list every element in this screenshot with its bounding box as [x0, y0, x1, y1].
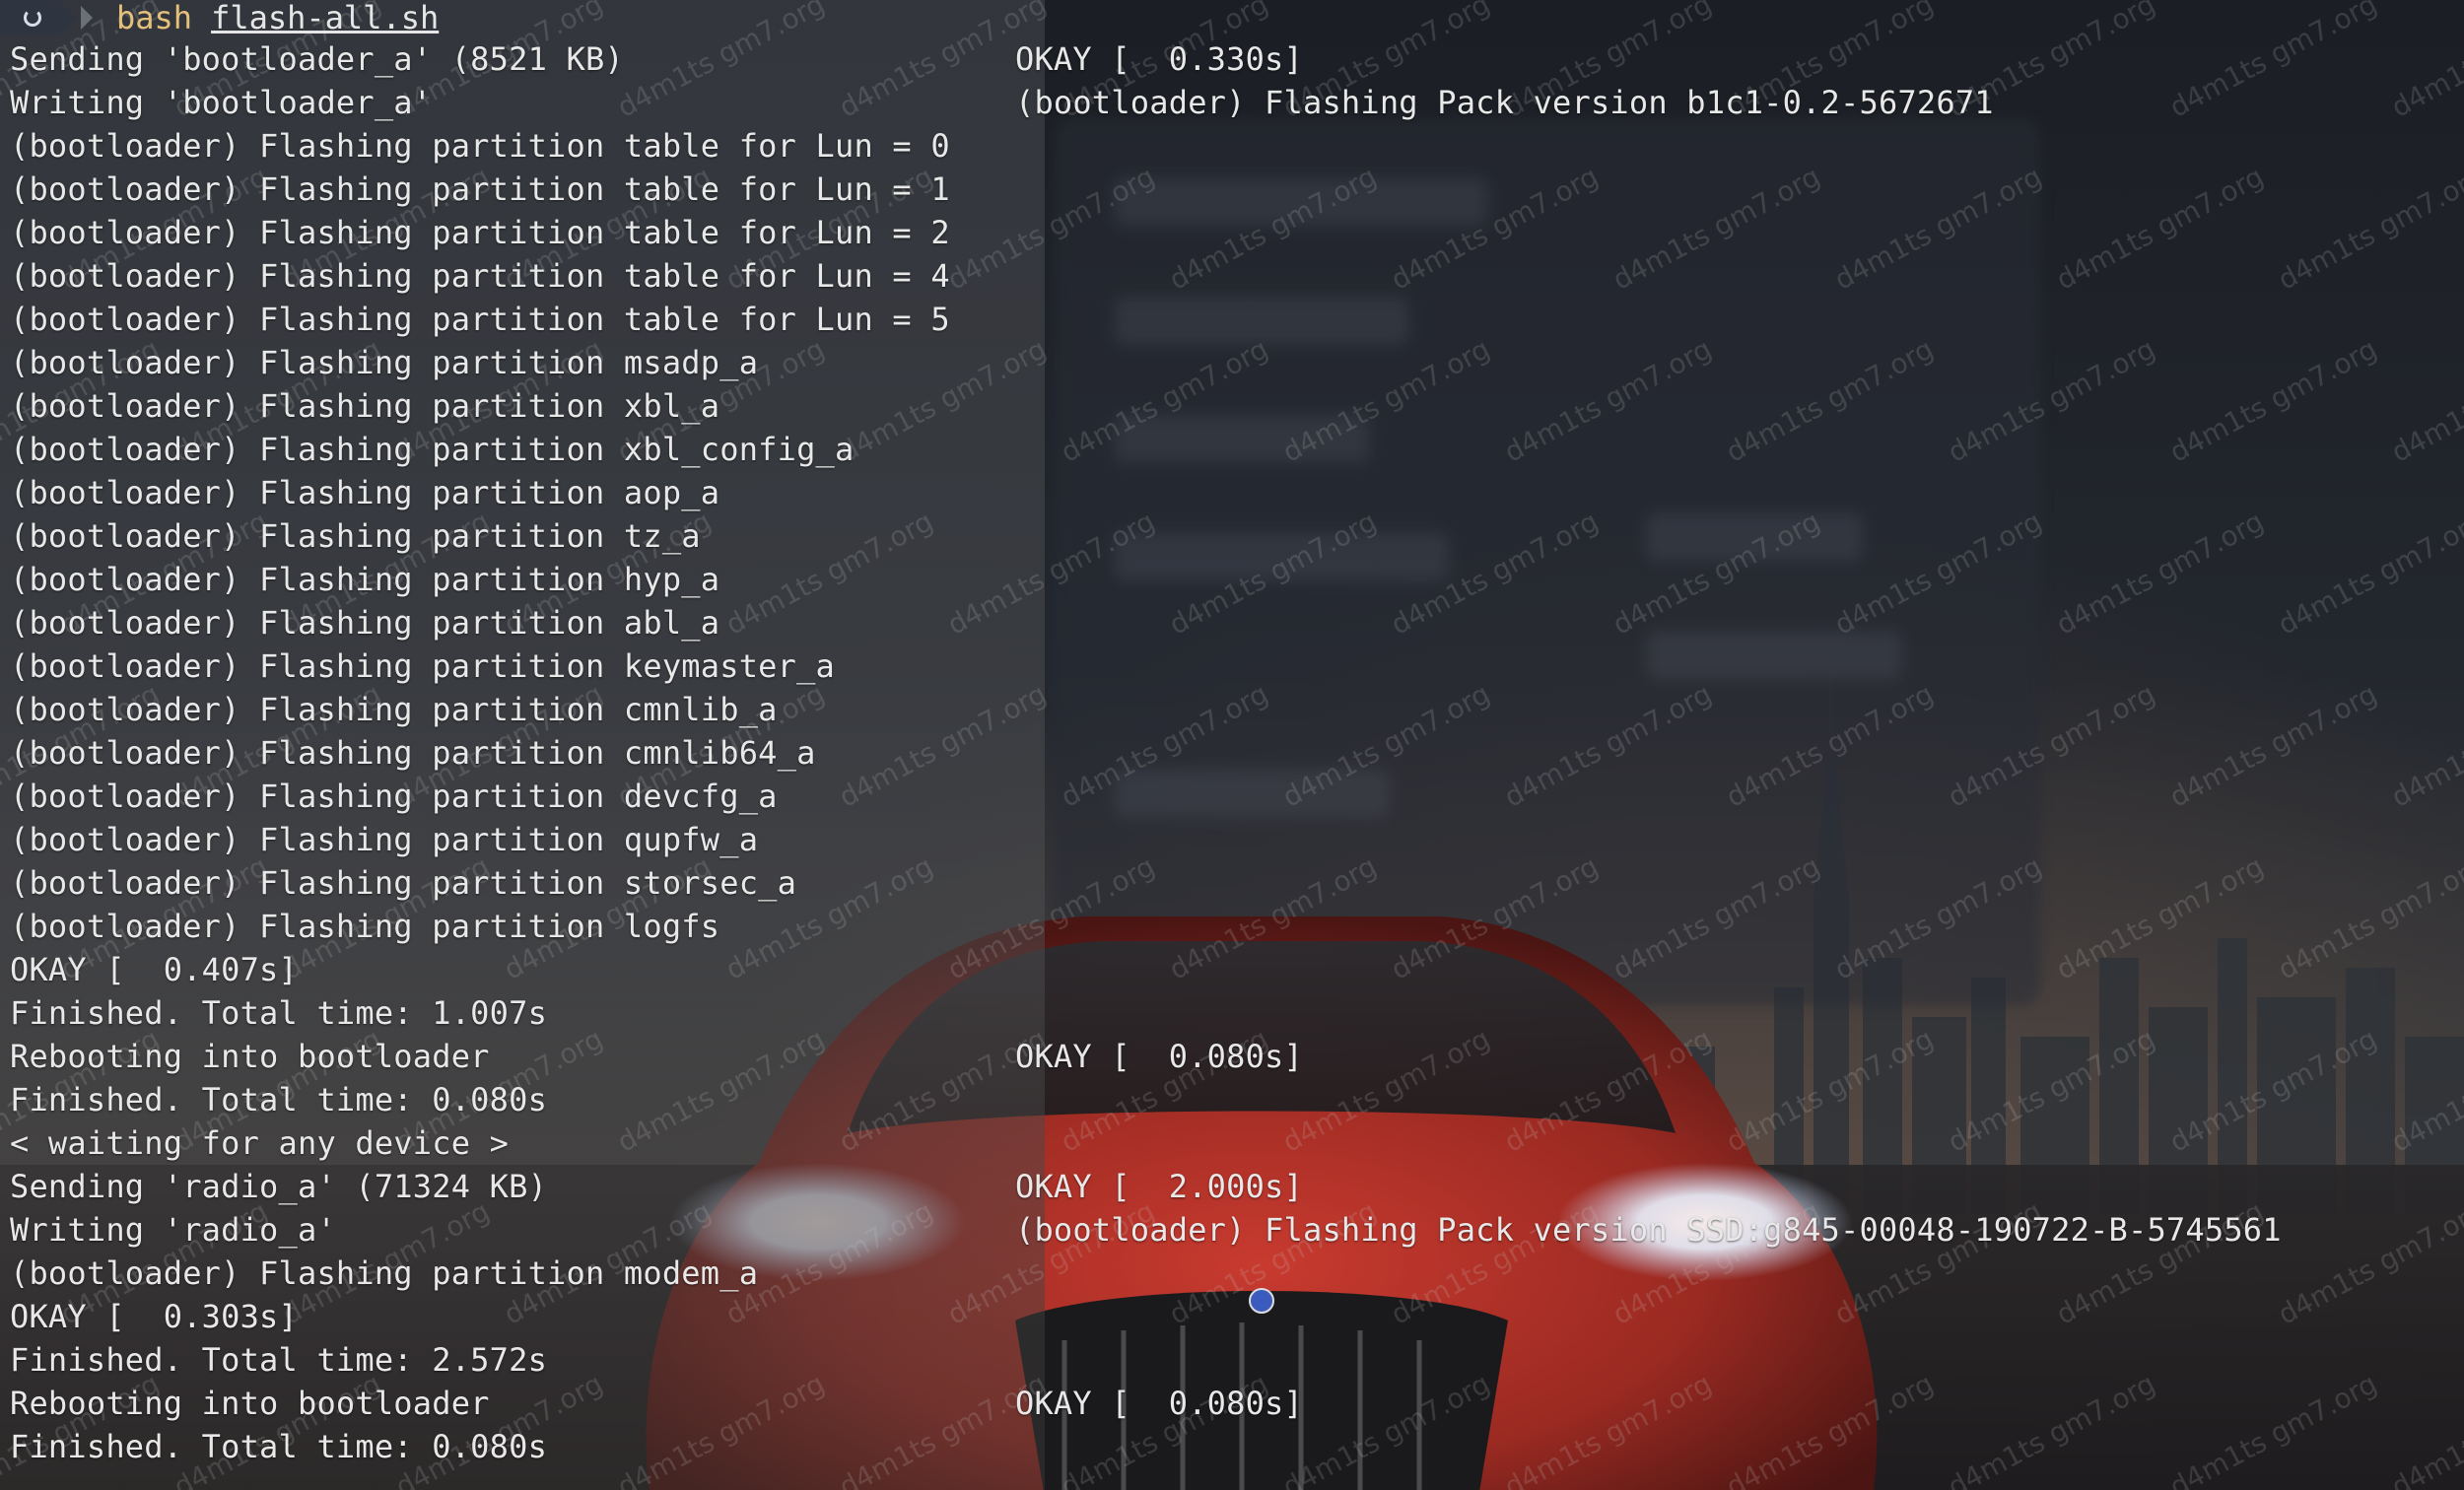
- output-line: Sending 'radio_a' (71324 KB): [10, 1168, 548, 1205]
- output-line: Rebooting into bootloader: [10, 1038, 490, 1075]
- output-line: (bootloader) Flashing partition table fo…: [10, 127, 950, 165]
- command-name: bash: [116, 0, 193, 36]
- output-line: (bootloader) Flashing partition aop_a: [10, 474, 720, 511]
- output-line: Sending 'bootloader_a' (8521 KB): [10, 40, 624, 78]
- output-line: Finished. Total time: 1.007s: [10, 994, 548, 1032]
- output-line: (bootloader) Flashing partition table fo…: [10, 257, 950, 295]
- output-line: OKAY [ 0.303s]: [10, 1298, 298, 1335]
- terminal-output[interactable]: bash flash-all.sh Sending 'bootloader_a' …: [0, 0, 2464, 1490]
- output-line-right: (bootloader) Flashing Pack version SSD:g…: [1015, 1211, 2282, 1249]
- output-line: Finished. Total time: 0.080s: [10, 1081, 548, 1118]
- command-argument: flash-all.sh: [211, 0, 440, 36]
- output-line: (bootloader) Flashing partition hyp_a: [10, 561, 720, 598]
- output-line: (bootloader) Flashing partition keymaste…: [10, 647, 836, 685]
- output-line: Rebooting into bootloader: [10, 1385, 490, 1422]
- prompt-status-segment: [0, 0, 77, 35]
- output-line: (bootloader) Flashing partition devcfg_a: [10, 778, 778, 815]
- refresh-icon: [24, 9, 41, 27]
- output-line-right: OKAY [ 0.080s]: [1015, 1385, 1303, 1422]
- output-line: (bootloader) Flashing partition tz_a: [10, 517, 701, 555]
- output-line: Finished. Total time: 2.572s: [10, 1341, 548, 1379]
- output-line: (bootloader) Flashing partition xbl_a: [10, 387, 720, 425]
- output-line: (bootloader) Flashing partition storsec_…: [10, 864, 797, 902]
- output-line: (bootloader) Flashing partition abl_a: [10, 604, 720, 642]
- shell-prompt: bash flash-all.sh: [0, 0, 439, 35]
- output-line: (bootloader) Flashing partition qupfw_a: [10, 821, 759, 858]
- output-line: Writing 'bootloader_a': [10, 84, 433, 121]
- prompt-separator-icon: [81, 6, 93, 30]
- output-line: Finished. Total time: 0.080s: [10, 1428, 548, 1465]
- output-line: (bootloader) Flashing partition table fo…: [10, 170, 950, 208]
- output-line: (bootloader) Flashing partition cmnlib64…: [10, 734, 816, 772]
- output-line: (bootloader) Flashing partition xbl_conf…: [10, 431, 855, 468]
- output-line-right: (bootloader) Flashing Pack version b1c1-…: [1015, 84, 1994, 121]
- output-line-right: OKAY [ 0.080s]: [1015, 1038, 1303, 1075]
- output-line: < waiting for any device >: [10, 1124, 510, 1162]
- prompt-command: bash flash-all.sh: [116, 0, 439, 35]
- output-line: (bootloader) Flashing partition msadp_a: [10, 344, 759, 381]
- output-line: (bootloader) Flashing partition modem_a: [10, 1254, 759, 1292]
- output-line-right: OKAY [ 2.000s]: [1015, 1168, 1303, 1205]
- output-line: (bootloader) Flashing partition table fo…: [10, 301, 950, 338]
- output-line: (bootloader) Flashing partition table fo…: [10, 214, 950, 251]
- output-line: OKAY [ 0.407s]: [10, 951, 298, 988]
- output-line: (bootloader) Flashing partition cmnlib_a: [10, 691, 778, 728]
- output-line: (bootloader) Flashing partition logfs: [10, 908, 720, 945]
- output-line: Writing 'radio_a': [10, 1211, 336, 1249]
- output-line-right: OKAY [ 0.330s]: [1015, 40, 1303, 78]
